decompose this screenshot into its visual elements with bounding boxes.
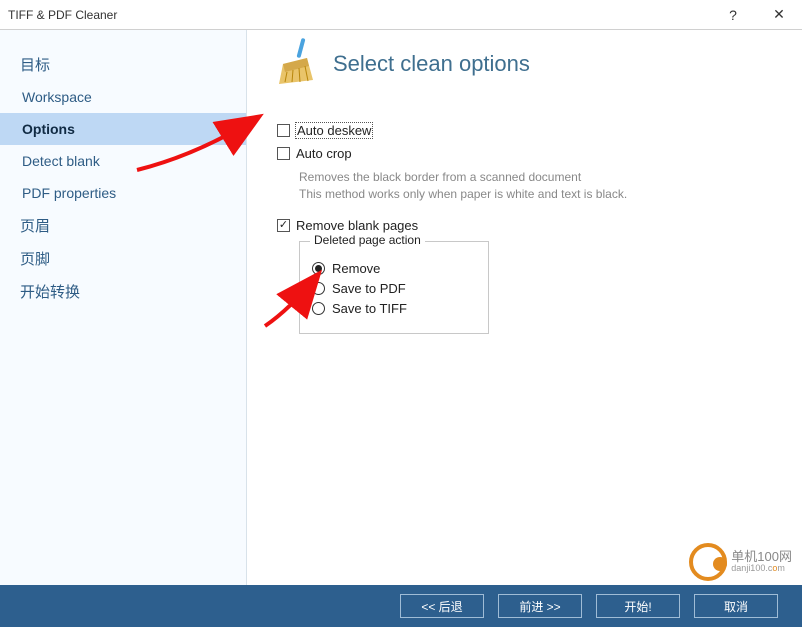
sidebar-item-start-convert[interactable]: 开始转换 <box>0 275 246 308</box>
sidebar-item-detect-blank[interactable]: Detect blank <box>0 145 246 177</box>
auto-deskew-checkbox[interactable] <box>277 124 290 137</box>
watermark-logo-icon <box>689 543 727 581</box>
titlebar: TIFF & PDF Cleaner ? ✕ <box>0 0 802 30</box>
page-heading: Select clean options <box>333 51 530 77</box>
sidebar-item-pdf-properties[interactable]: PDF properties <box>0 177 246 209</box>
auto-crop-hint: Removes the black border from a scanned … <box>299 169 782 204</box>
sidebar-item-header[interactable]: 页眉 <box>0 209 246 242</box>
help-button[interactable]: ? <box>710 0 756 30</box>
auto-deskew-label: Auto deskew <box>296 123 372 138</box>
deleted-action-remove-label: Remove <box>332 261 380 276</box>
broom-icon <box>277 38 319 89</box>
deleted-action-group: Deleted page action Remove Save to PDF S… <box>299 241 489 334</box>
deleted-action-save-pdf-radio[interactable] <box>312 282 325 295</box>
sidebar-item-target[interactable]: 目标 <box>0 48 246 81</box>
remove-blank-checkbox[interactable] <box>277 219 290 232</box>
sidebar-item-options[interactable]: Options <box>0 113 246 145</box>
sidebar-item-workspace[interactable]: Workspace <box>0 81 246 113</box>
auto-crop-hint-2: This method works only when paper is whi… <box>299 186 782 203</box>
watermark-line2: danji100.com <box>731 564 792 573</box>
sidebar: 目标 Workspace Options Detect blank PDF pr… <box>0 30 247 585</box>
deleted-action-remove-radio[interactable] <box>312 262 325 275</box>
auto-crop-checkbox[interactable] <box>277 147 290 160</box>
deleted-action-legend: Deleted page action <box>310 233 425 247</box>
footer-bar: << 后退 前进 >> 开始! 取消 <box>0 585 802 627</box>
back-button[interactable]: << 后退 <box>400 594 484 618</box>
sidebar-item-footer[interactable]: 页脚 <box>0 242 246 275</box>
cancel-button[interactable]: 取消 <box>694 594 778 618</box>
deleted-action-save-pdf-label: Save to PDF <box>332 281 406 296</box>
content-pane: Select clean options Auto deskew Auto cr… <box>247 30 802 585</box>
deleted-action-save-tiff-label: Save to TIFF <box>332 301 407 316</box>
auto-crop-hint-1: Removes the black border from a scanned … <box>299 169 782 186</box>
deleted-action-save-tiff-radio[interactable] <box>312 302 325 315</box>
close-button[interactable]: ✕ <box>756 0 802 30</box>
start-button[interactable]: 开始! <box>596 594 680 618</box>
watermark-line1: 单机100网 <box>731 550 792 564</box>
watermark: 单机100网 danji100.com <box>689 543 792 581</box>
remove-blank-label: Remove blank pages <box>296 218 418 233</box>
forward-button[interactable]: 前进 >> <box>498 594 582 618</box>
window-title: TIFF & PDF Cleaner <box>8 8 710 22</box>
auto-crop-label: Auto crop <box>296 146 352 161</box>
